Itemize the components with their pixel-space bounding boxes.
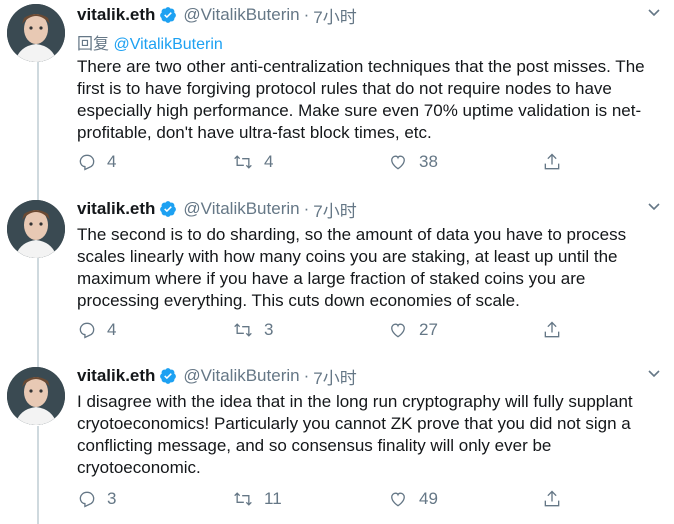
avatar[interactable] [7,4,65,62]
like-button[interactable]: 38 [387,152,542,172]
retweet-count: 11 [264,489,282,508]
like-icon [391,323,405,338]
reply-count: 4 [107,152,117,171]
author-handle[interactable]: @VitalikButerin [183,366,299,386]
separator-dot: · [303,199,310,218]
thread-line [37,341,39,367]
reply-label: 回复 [77,36,110,53]
author-handle[interactable]: @VitalikButerin [183,5,299,25]
avatar[interactable] [7,367,65,425]
like-count: 49 [419,489,438,508]
retweet-button[interactable]: 3 [232,320,387,340]
like-count: 27 [419,320,438,339]
tweet-actions: 4 4 38 [77,152,562,172]
avatar[interactable] [7,200,65,258]
reply-count: 3 [107,489,117,508]
chevron-down-icon[interactable] [646,198,662,219]
verified-badge-icon [159,200,177,218]
author-name[interactable]: vitalik.eth [77,5,155,25]
retweet-button[interactable]: 4 [232,152,387,172]
retweet-count: 4 [264,152,274,171]
like-icon [391,155,405,170]
tweet[interactable]: vitalik.eth @VitalikButerin · 7小时 回复 @Vi… [0,0,674,174]
thread-line [37,174,39,200]
author-handle[interactable]: @VitalikButerin [183,199,299,219]
like-button[interactable]: 49 [387,489,542,509]
like-icon [391,492,405,507]
verified-badge-icon [159,367,177,385]
share-button[interactable] [542,320,562,340]
reply-icon [79,154,95,171]
separator-dot: · [303,5,310,24]
tweet[interactable]: vitalik.eth @VitalikButerin · 7小时 The se… [0,174,674,341]
like-count: 38 [419,152,438,171]
retweet-count: 3 [264,320,274,339]
retweet-icon [234,323,252,337]
share-icon [544,490,560,507]
timestamp[interactable]: 7小时 [313,197,356,222]
reply-context: 回复 @VitalikButerin [77,30,662,54]
share-button[interactable] [542,489,562,509]
thread-line [37,62,39,174]
separator-dot: · [303,366,310,385]
share-button[interactable] [542,152,562,172]
share-icon [544,321,560,338]
thread-line [37,426,39,524]
like-button[interactable]: 27 [387,320,542,340]
timestamp[interactable]: 7小时 [313,3,356,28]
chevron-down-icon[interactable] [646,365,662,386]
reply-icon [79,491,95,508]
retweet-button[interactable]: 11 [232,489,387,509]
tweet-text: The second is to do sharding, so the amo… [77,225,627,310]
share-icon [544,153,560,170]
retweet-icon [234,155,252,169]
tweet[interactable]: vitalik.eth @VitalikButerin · 7小时 I disa… [0,341,674,524]
retweet-icon [234,492,252,506]
reply-button[interactable]: 4 [77,152,232,172]
author-name[interactable]: vitalik.eth [77,199,155,219]
reply-mention-link[interactable]: @VitalikButerin [113,36,222,53]
author-name[interactable]: vitalik.eth [77,366,155,386]
reply-button[interactable]: 3 [77,489,232,509]
tweet-actions: 3 11 49 [77,489,562,509]
chevron-down-icon[interactable] [646,4,662,25]
verified-badge-icon [159,6,177,24]
tweet-text: I disagree with the idea that in the lon… [77,392,633,477]
tweet-actions: 4 3 27 [77,320,562,340]
reply-count: 4 [107,320,117,339]
reply-button[interactable]: 4 [77,320,232,340]
reply-icon [79,322,95,339]
timestamp[interactable]: 7小时 [313,364,356,389]
tweet-text: There are two other anti-centralization … [77,57,645,142]
